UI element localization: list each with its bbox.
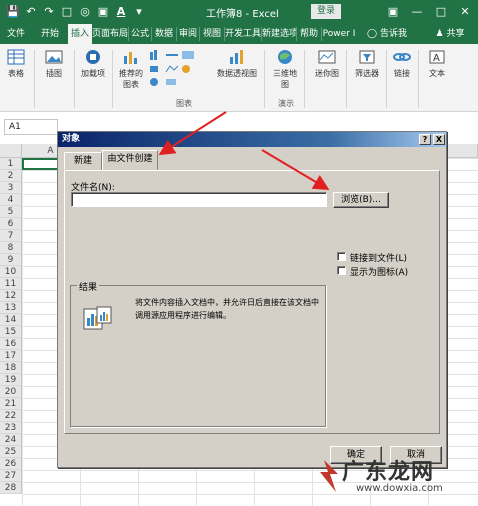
arrow-to-tab [158,111,227,156]
watermark-url: www.dowxia.com [356,483,443,494]
watermark-text: 广东龙网 [342,460,435,485]
watermark-logo [320,460,338,492]
site-watermark: 广东龙网 www.dowxia.com [316,452,476,502]
tab-create-from-file[interactable]: 由文件创建 [102,150,158,170]
annotation-arrows [158,111,330,191]
arrow-to-browse [261,149,330,191]
